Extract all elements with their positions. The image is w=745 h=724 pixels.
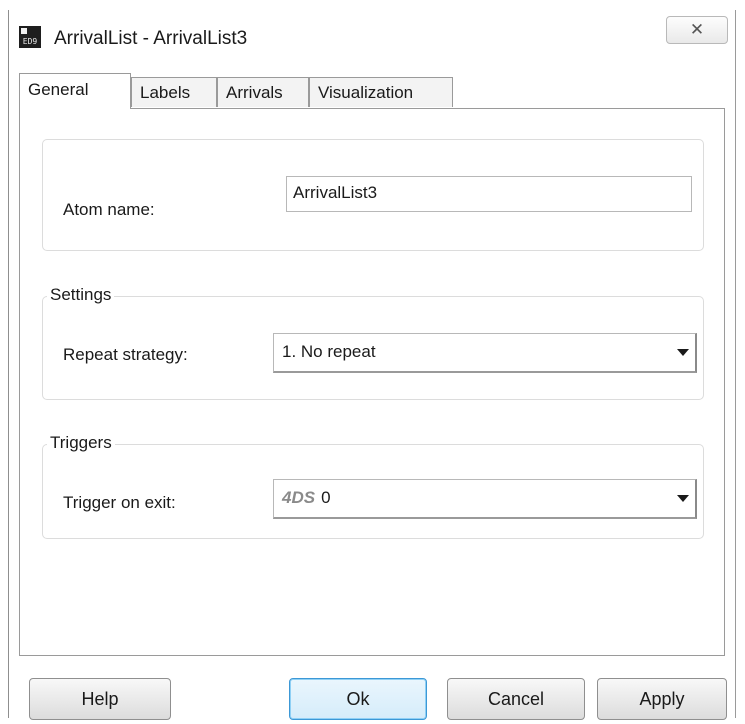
- atom-name-label: Atom name:: [63, 200, 155, 219]
- general-tab-panel: Atom name: ArrivalList3 Settings Repeat …: [19, 108, 725, 656]
- settings-legend: Settings: [47, 285, 115, 305]
- help-button[interactable]: Help: [29, 678, 171, 720]
- trigger-on-exit-value: 0: [321, 488, 331, 507]
- tab-labels[interactable]: Labels: [131, 77, 217, 107]
- atom-name-input[interactable]: ArrivalList3: [286, 176, 692, 212]
- atom-name-group: Atom name: ArrivalList3: [42, 139, 704, 251]
- triggers-legend: Triggers: [47, 433, 115, 453]
- trigger-on-exit-select[interactable]: 4DS 0: [273, 479, 697, 519]
- trigger-language-prefix: 4DS: [282, 488, 316, 507]
- cancel-button[interactable]: Cancel: [447, 678, 585, 720]
- close-icon: ✕: [689, 20, 705, 40]
- apply-button[interactable]: Apply: [597, 678, 727, 720]
- repeat-strategy-select[interactable]: 1. No repeat: [273, 333, 697, 373]
- tab-arrivals[interactable]: Arrivals: [217, 77, 309, 107]
- tab-general[interactable]: General: [19, 73, 131, 109]
- dialog-window: ED9 ArrivalList - ArrivalList3 ✕ General…: [8, 10, 736, 720]
- chevron-down-icon: [677, 495, 689, 502]
- settings-group: Settings Repeat strategy: 1. No repeat: [42, 285, 704, 400]
- app-icon-label: ED9: [22, 37, 38, 46]
- tab-visualization[interactable]: Visualization: [309, 77, 453, 107]
- close-button[interactable]: ✕: [666, 16, 728, 44]
- trigger-on-exit-label: Trigger on exit:: [63, 493, 176, 512]
- ok-button[interactable]: Ok: [289, 678, 427, 720]
- app-icon-mark: [21, 28, 27, 34]
- chevron-down-icon: [677, 349, 689, 356]
- title-bar[interactable]: ED9 ArrivalList - ArrivalList3 ✕: [9, 10, 735, 64]
- triggers-group: Triggers Trigger on exit: 4DS 0: [42, 433, 704, 539]
- repeat-strategy-label: Repeat strategy:: [63, 345, 188, 364]
- window-title: ArrivalList - ArrivalList3: [54, 28, 248, 49]
- repeat-strategy-value: 1. No repeat: [282, 342, 376, 361]
- trigger-on-exit-value-wrap: 4DS 0: [282, 480, 331, 516]
- app-icon: ED9: [19, 26, 41, 48]
